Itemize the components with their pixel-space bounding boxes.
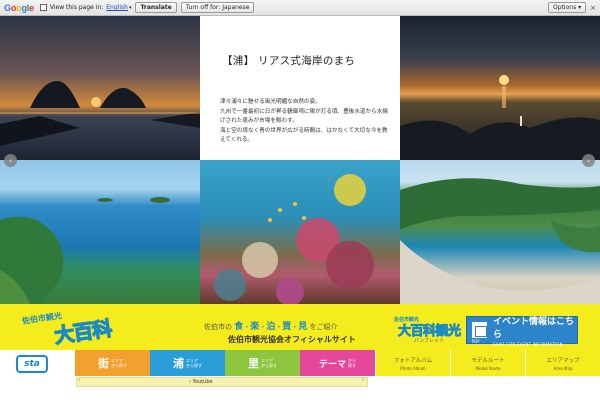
nav-link-sub: Area Map	[553, 365, 573, 371]
event-main-label: イベント情報はこちら	[492, 316, 574, 340]
scroll-right-icon[interactable]: ›	[362, 377, 364, 383]
intro-title: 【浦】 リアス式海岸のまち	[222, 55, 356, 67]
nav-photo-album[interactable]: フォトアルバム Photo Album	[375, 350, 450, 376]
tagline-item: 泊	[266, 322, 276, 332]
pamphlet-link[interactable]: 佐伯市観光 大百科観光 パンフレット	[394, 316, 466, 344]
intro-line: 海と空の境なく青の世界が広がる時間は、はかなくて大切な今を教えてくれる。	[220, 127, 388, 144]
main-nav: sta 街 エリア から探す 浦 エリア から探す 里 エリア から探す テーマ から…	[0, 350, 600, 376]
youtube-link[interactable]: › Youtube	[189, 379, 213, 385]
language-dropdown-icon[interactable]: ▾	[129, 5, 132, 11]
tagline-item: 楽	[250, 322, 260, 332]
nav-area-map[interactable]: エリアマップ Area Map	[525, 350, 600, 376]
language-select[interactable]: English	[106, 4, 128, 11]
nav-link-label: フォトアルバム	[393, 357, 433, 364]
intro-panel: 【浦】 リアス式海岸のまち 津々浦々に魅せる風光明媚な自然の姿。 九州で一番最初…	[200, 16, 400, 160]
tagline-prefix: 佐伯市の	[204, 323, 232, 331]
view-page-label: View this page in:	[49, 4, 104, 11]
nav-area-sub: から探す	[186, 363, 202, 368]
options-button[interactable]: Options ▾	[548, 2, 587, 13]
coral-reef-photo	[200, 160, 400, 304]
nav-model-route[interactable]: モデルルート Model Route	[450, 350, 525, 376]
scroll-left-icon[interactable]: ‹	[78, 377, 80, 383]
nav-area-sub: から探す	[261, 363, 277, 368]
pdf-icon	[472, 322, 487, 344]
translate-bar: Google View this page in: English ▾ Tran…	[0, 0, 600, 16]
site-logo-dai-hyakka[interactable]: 佐伯市観光 大百科	[16, 310, 114, 348]
pamphlet-bottom-text: パンフレット	[414, 338, 445, 344]
sub-nav-row: › Youtube ‹ ›	[0, 376, 600, 400]
event-sub-label: SAIKI CITY EVENT INFORMATION	[492, 341, 563, 347]
close-icon[interactable]: ×	[590, 4, 596, 12]
nav-area-sub: から探す	[111, 363, 127, 368]
tagline-item: 食	[234, 322, 244, 332]
tagline-item: 見	[298, 322, 308, 332]
nav-link-sub: Model Route	[475, 365, 501, 371]
nav-area-sub: 探す	[348, 363, 356, 368]
nav-area-label: テーマ	[318, 359, 346, 370]
nav-area-label: 浦	[173, 357, 184, 370]
nav-area-label: 街	[98, 357, 109, 370]
nav-theme[interactable]: テーマ から 探す	[300, 350, 375, 376]
slider-next-button[interactable]: ›	[582, 154, 595, 167]
nav-link-sub: Photo Album	[400, 365, 426, 371]
google-logo: Google	[4, 2, 34, 13]
tagline-item: 買	[282, 322, 292, 332]
nav-area-ura[interactable]: 浦 エリア から探す	[150, 350, 225, 376]
translate-button[interactable]: Translate	[135, 2, 177, 13]
slider-prev-button[interactable]: ‹	[4, 154, 17, 167]
coastline-photo	[0, 160, 200, 304]
intro-line: 九州で一番最初に日が昇る鶴御埼に陽が灯る頃、豊後水道から水揚げされた恵みが市場を…	[220, 108, 388, 125]
site-banner: 佐伯市観光 大百科 佐伯市の 食・楽・泊・買・見 をご紹介 佐伯市観光協会オフィ…	[0, 304, 600, 350]
nav-area-sato[interactable]: 里 エリア から探す	[225, 350, 300, 376]
site-subtitle: 佐伯市観光協会オフィシャルサイト	[228, 335, 356, 344]
intro-body: 津々浦々に魅せる風光明媚な自然の姿。 九州で一番最初に日が昇る鶴御埼に陽が灯る頃…	[220, 98, 390, 146]
sta-logo[interactable]: sta	[16, 355, 48, 373]
nav-link-label: モデルルート	[471, 357, 505, 364]
nav-area-label: 里	[248, 357, 259, 370]
event-info-button[interactable]: イベント情報はこちら SAIKI CITY EVENT INFORMATION	[466, 316, 578, 347]
turn-off-button[interactable]: Turn off for: Japanese	[180, 2, 255, 13]
sunset-rocks-photo	[0, 16, 200, 160]
nav-link-label: エリアマップ	[546, 357, 580, 364]
lighthouse-sunset-photo	[400, 16, 600, 160]
youtube-bar: › Youtube	[76, 377, 368, 387]
tagline: 佐伯市の 食・楽・泊・買・見 をご紹介	[204, 322, 338, 332]
translate-icon	[39, 4, 47, 11]
nav-area-machi[interactable]: 街 エリア から探す	[75, 350, 150, 376]
intro-line: 津々浦々に魅せる風光明媚な自然の姿。	[220, 99, 321, 105]
tagline-suffix: をご紹介	[309, 323, 338, 331]
beach-bay-photo	[400, 160, 600, 304]
